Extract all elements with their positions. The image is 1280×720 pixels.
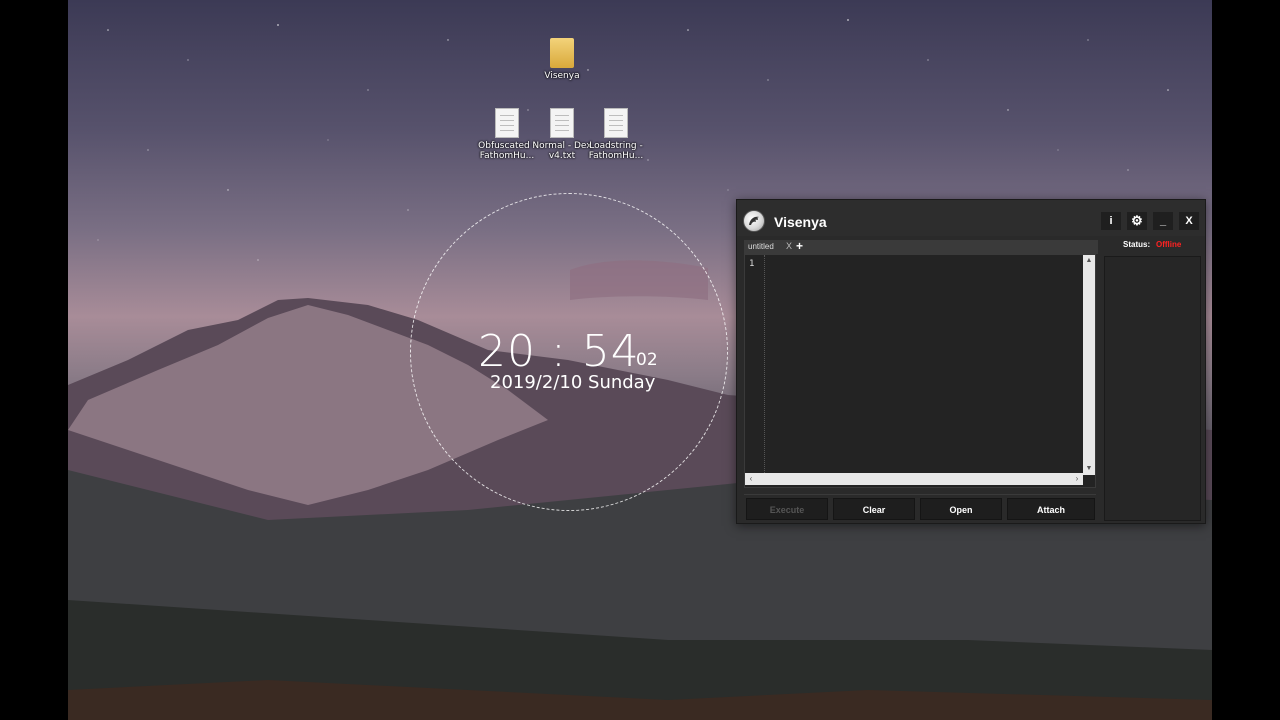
script-editor[interactable]: 1 ▲ ▼ ‹ ›	[744, 254, 1096, 488]
scroll-down-icon[interactable]: ▼	[1083, 463, 1095, 475]
action-bar: Execute Clear Open Attach	[744, 494, 1096, 520]
close-button[interactable]: X	[1179, 212, 1199, 230]
minimize-button[interactable]: _	[1153, 212, 1173, 230]
status-value: Offline	[1156, 240, 1182, 249]
settings-button[interactable]: ⚙	[1127, 212, 1147, 230]
clock-seconds: 02	[636, 350, 658, 370]
tab-close-button[interactable]: X	[786, 241, 792, 251]
add-tab-button[interactable]: +	[796, 239, 803, 253]
desktop-icon-visenya[interactable]: Visenya	[532, 38, 592, 81]
desktop-icon-label: Normal - Dex v4.txt	[532, 141, 592, 161]
letterbox-left	[0, 0, 68, 720]
vertical-scrollbar[interactable]: ▲ ▼	[1083, 255, 1095, 475]
desktop-icon-label: Loadstring - FathomHu...	[588, 141, 644, 161]
app-title: Visenya	[774, 214, 827, 230]
tab-untitled[interactable]: untitled	[748, 242, 774, 251]
dragon-logo-icon	[743, 210, 765, 232]
scroll-right-icon[interactable]: ›	[1071, 473, 1083, 485]
folder-icon	[550, 38, 574, 68]
clear-button[interactable]: Clear	[833, 498, 915, 520]
desktop-icon-loadstring[interactable]: Loadstring - FathomHu...	[586, 108, 646, 161]
scroll-up-icon[interactable]: ▲	[1083, 255, 1095, 267]
desktop-icon-label: Obfuscated -FathomHu...	[478, 141, 536, 161]
line-number: 1	[749, 259, 755, 269]
text-file-icon	[604, 108, 628, 138]
line-gutter: 1	[745, 255, 765, 473]
visenya-window: Visenya i ⚙ _ X untitled X + 1 ▲ ▼ ‹ › E…	[736, 199, 1206, 524]
status-area: Status: Offline	[1101, 236, 1205, 523]
script-list-panel[interactable]	[1104, 256, 1201, 521]
text-file-icon	[550, 108, 574, 138]
info-button[interactable]: i	[1101, 212, 1121, 230]
text-file-icon	[495, 108, 519, 138]
clock-date: 2019/2/10 Sunday	[490, 372, 656, 393]
execute-button[interactable]: Execute	[746, 498, 828, 520]
status-label: Status:	[1123, 240, 1151, 249]
scroll-left-icon[interactable]: ‹	[745, 473, 757, 485]
horizontal-scrollbar[interactable]: ‹ ›	[745, 473, 1083, 485]
clock-time: 20 : 54	[478, 326, 640, 377]
desktop-icon-obfuscated[interactable]: Obfuscated -FathomHu...	[477, 108, 537, 161]
letterbox-right	[1212, 0, 1280, 720]
title-bar[interactable]: Visenya i ⚙ _ X	[737, 200, 1205, 236]
attach-button[interactable]: Attach	[1007, 498, 1095, 520]
tab-strip: untitled X +	[744, 239, 1098, 254]
open-button[interactable]: Open	[920, 498, 1002, 520]
desktop-icon-label: Visenya	[544, 71, 580, 81]
desktop-icon-normal-dex[interactable]: Normal - Dex v4.txt	[532, 108, 592, 161]
